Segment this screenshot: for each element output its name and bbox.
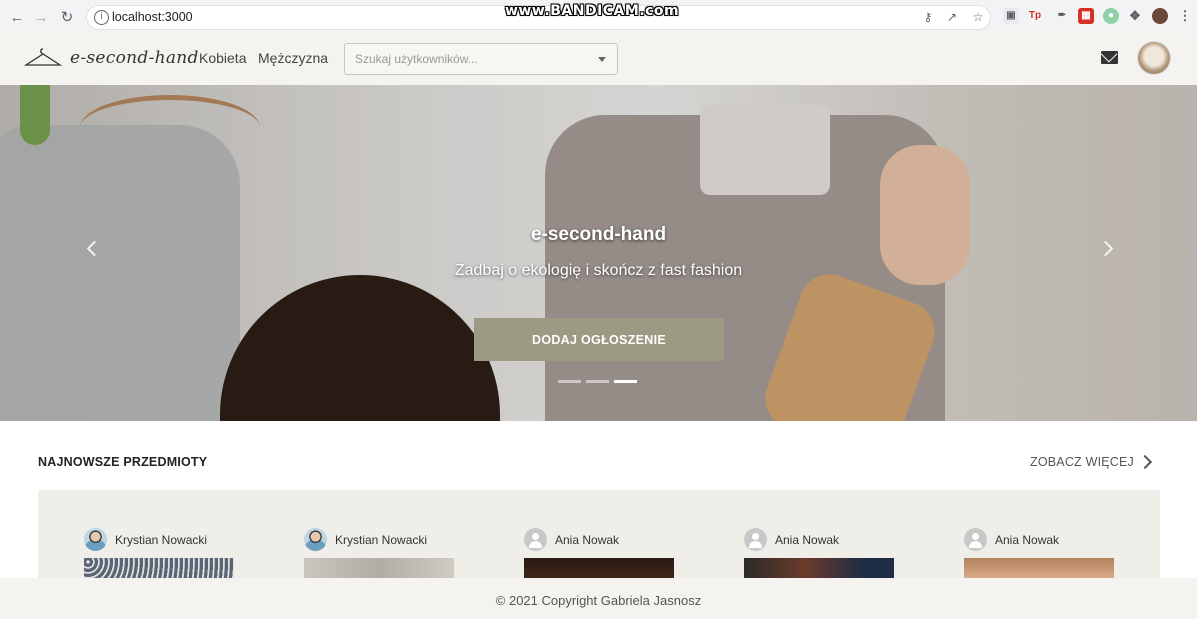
- item-thumbnail[interactable]: [304, 558, 454, 578]
- extension-green-icon[interactable]: ●: [1103, 8, 1119, 24]
- browser-menu-icon[interactable]: ⋮: [1177, 8, 1193, 24]
- recording-watermark: www.BANDICAM.com: [505, 3, 680, 19]
- item-user-name[interactable]: Ania Nowak: [775, 533, 839, 547]
- carousel-indicator-3[interactable]: [614, 380, 637, 383]
- add-listing-button[interactable]: DODAJ OGŁOSZENIE: [474, 318, 724, 361]
- item-user-name[interactable]: Ania Nowak: [995, 533, 1059, 547]
- bookmark-star-icon[interactable]: ☆: [970, 9, 986, 25]
- browser-toolbar: ← → ↻ i localhost:3000 ⚷ ↗ ☆ ▣ Tp ✒ ▦ ● …: [0, 0, 1197, 35]
- chevron-down-icon[interactable]: [598, 57, 606, 62]
- chevron-right-icon[interactable]: [1137, 454, 1153, 470]
- address-url[interactable]: localhost:3000: [112, 10, 193, 24]
- back-icon[interactable]: ←: [6, 6, 28, 28]
- key-icon[interactable]: ⚷: [920, 9, 936, 25]
- hanger-icon: [24, 48, 62, 66]
- item-thumbnail[interactable]: [84, 558, 234, 578]
- footer-copyright: © 2021 Copyright Gabriela Jasnosz: [495, 593, 702, 608]
- carousel-indicator-1[interactable]: [558, 380, 581, 383]
- item-thumbnail[interactable]: [964, 558, 1114, 578]
- hero-carousel: e-second-hand Zadbaj o ekologię i skończ…: [0, 85, 1197, 421]
- forward-icon[interactable]: →: [30, 6, 52, 28]
- item-thumbnail[interactable]: [744, 558, 894, 578]
- extensions-puzzle-icon[interactable]: ❖: [1127, 8, 1143, 24]
- hero-subtitle: Zadbaj o ekologię i skończ z fast fashio…: [454, 262, 743, 279]
- search-placeholder: Szukaj użytkowników...: [355, 52, 478, 66]
- nav-link-kobieta[interactable]: Kobieta: [199, 50, 246, 66]
- carousel-indicators: [558, 380, 637, 383]
- avatar: [84, 528, 107, 551]
- nav-link-mezczyzna[interactable]: Mężczyzna: [258, 50, 328, 66]
- avatar: [304, 528, 327, 551]
- item-user-name[interactable]: Krystian Nowacki: [335, 533, 427, 547]
- avatar: [744, 528, 767, 551]
- avatar: [964, 528, 987, 551]
- footer: © 2021 Copyright Gabriela Jasnosz: [0, 578, 1197, 619]
- see-more-link[interactable]: ZOBACZ WIĘCEJ: [1030, 455, 1134, 469]
- user-search-select[interactable]: Szukaj użytkowników...: [344, 43, 618, 75]
- site-header: e-second-hand Kobieta Mężczyzna Szukaj u…: [0, 34, 1197, 85]
- logo-text: e-second-hand: [70, 48, 199, 68]
- avatar: [524, 528, 547, 551]
- extension-red-icon[interactable]: ▦: [1078, 8, 1094, 24]
- extension-tp-icon[interactable]: Tp: [1027, 8, 1043, 24]
- item-thumbnail[interactable]: [524, 558, 674, 578]
- logo[interactable]: e-second-hand: [24, 47, 199, 69]
- hero-overlay: [0, 85, 1197, 421]
- hero-title: e-second-hand: [530, 224, 667, 245]
- user-avatar[interactable]: [1138, 42, 1170, 74]
- section-title: NAJNOWSZE PRZEDMIOTY: [38, 455, 208, 469]
- profile-avatar-icon[interactable]: [1152, 8, 1168, 24]
- item-user-name[interactable]: Krystian Nowacki: [115, 533, 207, 547]
- extension-cast-icon[interactable]: ▣: [1003, 8, 1019, 24]
- site-info-icon[interactable]: i: [94, 10, 109, 25]
- share-icon[interactable]: ↗: [944, 9, 960, 25]
- reload-icon[interactable]: ↻: [56, 6, 78, 28]
- carousel-indicator-2[interactable]: [586, 380, 609, 383]
- mail-icon[interactable]: [1101, 51, 1118, 64]
- extension-eyedropper-icon[interactable]: ✒: [1054, 8, 1070, 24]
- item-user-name[interactable]: Ania Nowak: [555, 533, 619, 547]
